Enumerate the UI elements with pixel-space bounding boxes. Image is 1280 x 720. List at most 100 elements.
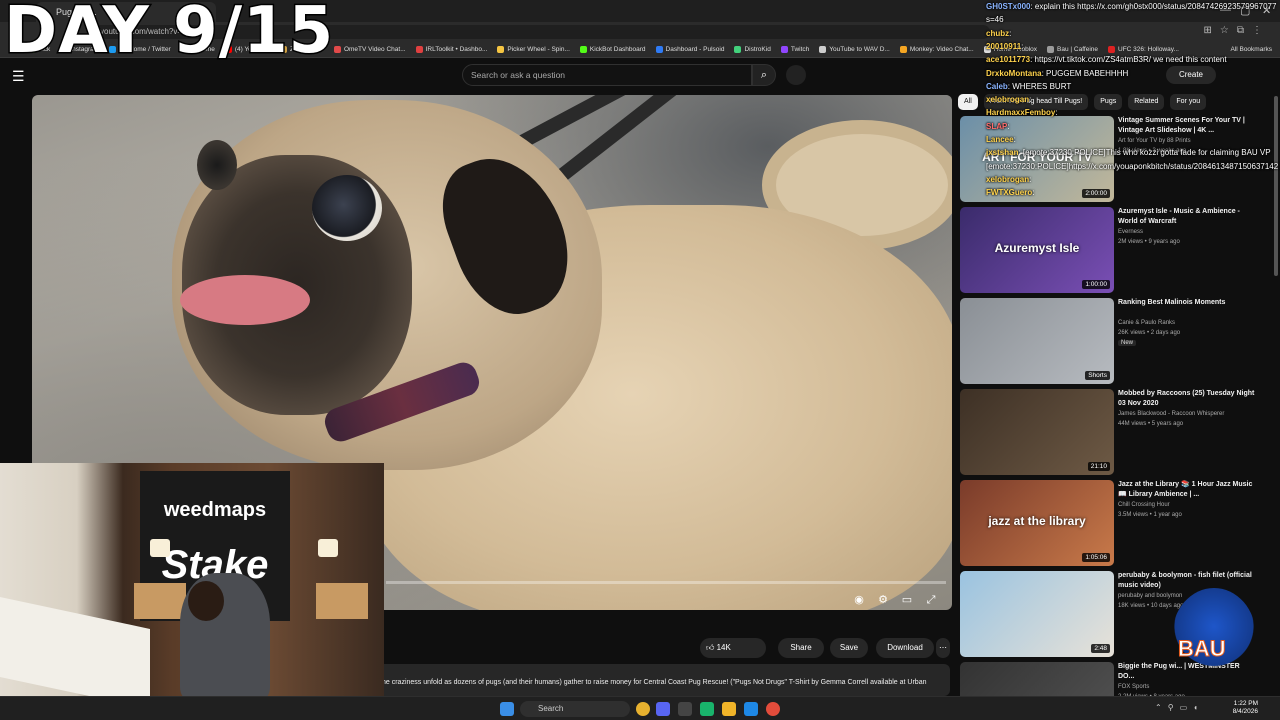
vscode-icon[interactable] [744, 702, 758, 716]
chat-username[interactable]: ace1011773 [986, 55, 1030, 64]
channel-name[interactable]: perubaby and boolymon [1118, 593, 1182, 599]
bookmark-favicon-icon [899, 46, 907, 53]
bookmark-item[interactable]: Bau | Caffeine [1047, 46, 1098, 53]
app-icon[interactable] [700, 702, 714, 716]
chat-username[interactable]: HardmaxxFemboy [986, 108, 1055, 117]
extensions-icon[interactable]: ⊞☆⧉⋮ [1204, 25, 1270, 36]
chat-username[interactable]: jxstshan [986, 148, 1018, 157]
channel-name[interactable]: Everness [1118, 229, 1143, 235]
filter-chip[interactable]: For you [1170, 94, 1207, 110]
download-button[interactable]: Download [876, 638, 934, 658]
duration-badge: 21:10 [1087, 462, 1110, 471]
thumbnail-text: Azuremyst Isle [994, 241, 1080, 255]
chat-username[interactable]: chubz [986, 29, 1009, 38]
bookmark-item[interactable]: UFC 326: Holloway... [1108, 46, 1179, 53]
search-input[interactable]: Search or ask a question [462, 64, 752, 86]
channel-name[interactable]: Chill Crossing Hour [1118, 502, 1170, 508]
filter-chip[interactable]: Related [1128, 94, 1165, 110]
settings-gear-icon[interactable]: ⚙ [874, 591, 892, 609]
chat-username[interactable]: xelobrogan [986, 175, 1029, 184]
browser-icon[interactable] [766, 702, 780, 716]
video-thumbnail[interactable]: ART FOR YOUR TV 2:00:00 [960, 116, 1114, 202]
voice-search-icon[interactable] [786, 65, 806, 85]
bookmark-item[interactable]: Twitch [780, 46, 810, 53]
bookmark-item[interactable]: IRLToolkit • Dashbo... [415, 46, 487, 53]
chat-text: https://vt.tiktok.com/ZS4atmB3R/ we need… [1034, 55, 1227, 65]
chat-username[interactable]: DrxkoMontana [986, 69, 1042, 78]
like-button[interactable]: 👍︎ 14K [700, 638, 766, 658]
video-thumbnail[interactable]: 21:10 [960, 389, 1114, 475]
bookmark-item[interactable]: Dashboard - Pulsoid [655, 46, 724, 53]
share-button[interactable]: Share [778, 638, 824, 658]
channel-name[interactable]: FOX Sports [1118, 684, 1149, 690]
new-badge: New [1118, 340, 1137, 346]
chat-username[interactable]: SLAP [986, 122, 1007, 131]
video-thumbnail[interactable]: 2:48 [960, 571, 1114, 657]
bookmark-label: Twitch [790, 46, 810, 53]
hamburger-menu-icon[interactable]: ☰ [12, 68, 25, 85]
chat-username[interactable]: Lancee [986, 135, 1014, 144]
taskbar-search[interactable]: Search [520, 701, 630, 717]
video-thumbnail[interactable]: jazz at the library 1:05:06 [960, 480, 1114, 566]
chat-separator: : [1021, 41, 1024, 51]
video-title[interactable]: Mobbed by Raccoons (25) Tuesday Night 03… [1118, 389, 1258, 409]
recommendation-item[interactable]: 21:10 Mobbed by Raccoons (25) Tuesday Nig… [960, 389, 1260, 475]
system-tray-icons[interactable]: ⌃⚲▭◖ [1155, 703, 1204, 712]
recommendation-item[interactable]: Azuremyst Isle 1:00:00 Azuremyst Isle - Mu… [960, 207, 1260, 293]
lamp [150, 539, 170, 557]
discord-icon[interactable] [656, 702, 670, 716]
create-button[interactable]: Create [1166, 66, 1216, 84]
file-explorer-icon[interactable] [722, 702, 736, 716]
chat-username[interactable]: GH0STx000 [986, 2, 1030, 11]
chat-message: xelobrogan: [986, 175, 1031, 185]
duration-badge: 2:00:00 [1082, 189, 1110, 198]
chat-username[interactable]: 20010911 [986, 42, 1021, 51]
bookmark-item[interactable]: OmeTV Video Chat... [333, 46, 406, 53]
bookmark-item[interactable]: KickBot Dashboard [579, 46, 646, 53]
more-actions-button[interactable]: ⋯ [936, 638, 950, 658]
video-progress-bar[interactable] [386, 581, 946, 584]
bookmark-label: OmeTV Video Chat... [343, 46, 406, 53]
bookmark-favicon-icon [819, 46, 827, 53]
chat-separator: : [1032, 188, 1035, 198]
save-button[interactable]: Save [830, 638, 868, 658]
fullscreen-icon[interactable]: ⤢ [922, 591, 940, 609]
channel-name[interactable]: Canie & Paulo Ranks [1118, 320, 1175, 326]
chrome-icon[interactable] [636, 702, 650, 716]
search-icon[interactable]: ⌕ [752, 64, 776, 86]
chat-username[interactable]: Caleb [986, 82, 1008, 91]
video-title[interactable]: Azuremyst Isle - Music & Ambience - Worl… [1118, 207, 1258, 227]
recommendation-item[interactable]: Shorts Ranking Best Malinois Moments Canie… [960, 298, 1260, 384]
bookmark-item[interactable]: Picker Wheel - Spin... [497, 46, 570, 53]
like-count: 14K [716, 643, 731, 652]
chat-message: xelobrogan: [986, 95, 1031, 105]
all-bookmarks-button[interactable]: All Bookmarks [1230, 46, 1272, 53]
bookmark-item[interactable]: Monkey: Video Chat... [899, 46, 974, 53]
scrollbar[interactable] [1274, 96, 1278, 276]
recommendation-item[interactable]: jazz at the library 1:05:06 Jazz at the Li… [960, 480, 1260, 566]
filter-chip[interactable]: Pugs [1094, 94, 1123, 110]
video-title[interactable]: Jazz at the Library 📚 1 Hour Jazz Music … [1118, 480, 1258, 500]
pug-eye [197, 140, 237, 190]
chat-username[interactable]: xelobrogan [986, 95, 1029, 104]
chat-separator: : [1029, 174, 1032, 184]
nightstand [134, 583, 186, 619]
video-thumbnail[interactable]: Shorts [960, 298, 1114, 384]
autoplay-toggle-icon[interactable]: ◉ [850, 591, 868, 609]
filter-chip[interactable]: All [958, 94, 978, 110]
windows-start-icon[interactable] [500, 702, 514, 716]
bookmark-label: Picker Wheel - Spin... [507, 46, 570, 53]
video-title[interactable]: Vintage Summer Scenes For Your TV | Vint… [1118, 116, 1258, 136]
chat-username[interactable]: FWTXGuero [986, 188, 1032, 197]
channel-name[interactable]: James Blackwood - Raccoon Whisperer [1118, 411, 1224, 417]
video-title[interactable]: Ranking Best Malinois Moments [1118, 298, 1258, 308]
channel-name[interactable]: Art for Your TV by 88 Prints [1118, 138, 1191, 144]
miniplayer-icon[interactable]: ▭ [898, 591, 916, 609]
obs-icon[interactable] [678, 702, 692, 716]
bookmark-item[interactable]: YouTube to WAV D... [819, 46, 890, 53]
bookmark-item[interactable]: DistroKid [734, 46, 771, 53]
video-thumbnail[interactable]: Azuremyst Isle 1:00:00 [960, 207, 1114, 293]
video-title[interactable]: perubaby & boolymon - fish filet (offici… [1118, 571, 1258, 591]
clock[interactable]: 1:22 PM 8/4/2026 [1233, 700, 1258, 716]
chat-message: 20010911: [986, 42, 1023, 52]
